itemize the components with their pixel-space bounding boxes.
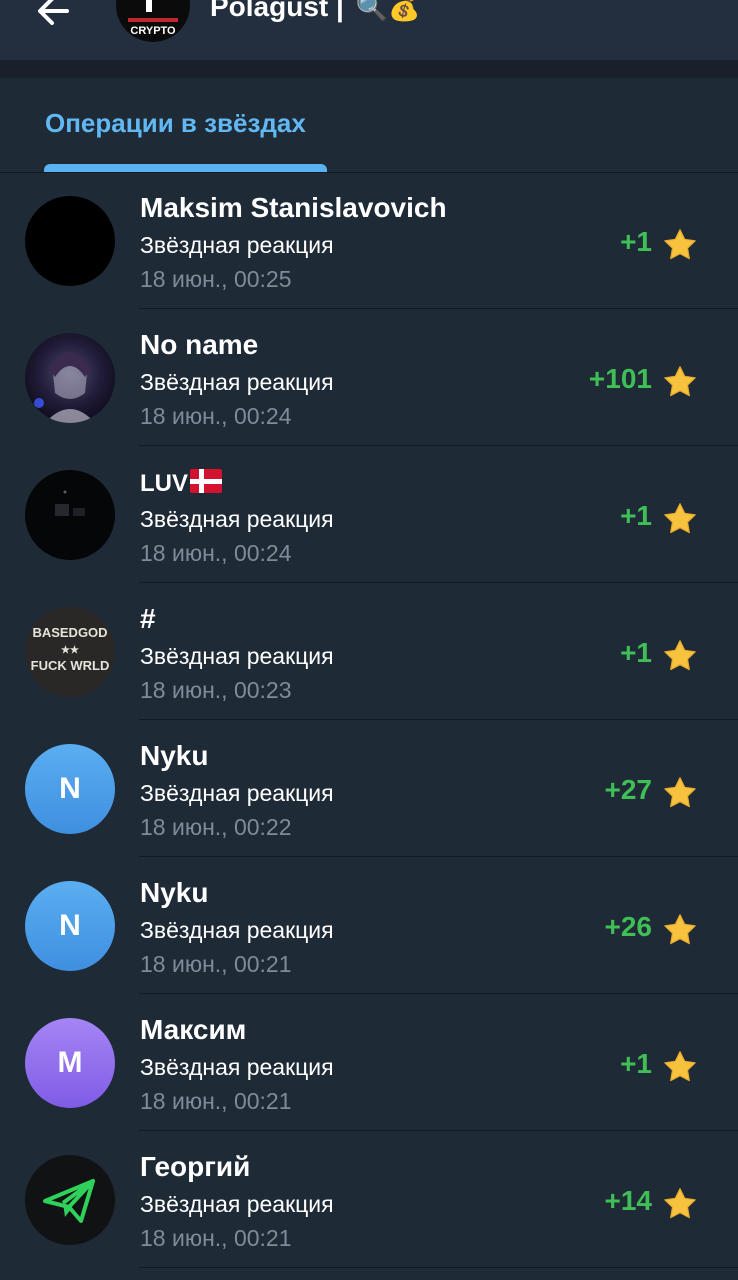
channel-title[interactable]: Polagust | 🔍💰	[210, 0, 420, 24]
anime-portrait-image	[34, 352, 95, 423]
transaction-type: Звёздная реакция	[140, 232, 334, 258]
transaction-type: Звёздная реакция	[140, 917, 334, 943]
avatar: M	[25, 1018, 115, 1108]
star-amount: +14	[604, 1185, 653, 1216]
header-divider	[0, 60, 738, 78]
star-amount: +101	[588, 363, 652, 394]
transaction-date: 18 июн., 00:23	[140, 677, 292, 703]
sender-name: #	[140, 603, 156, 634]
transaction-date: 18 июн., 00:24	[140, 403, 292, 429]
transaction-type: Звёздная реакция	[140, 369, 334, 395]
transaction-type: Звёздная реакция	[140, 1054, 334, 1080]
transaction-date: 18 июн., 00:21	[140, 1225, 292, 1251]
star-icon	[664, 229, 696, 260]
sender-name: Георгий	[140, 1151, 251, 1182]
transactions-list: Maksim Stanislavovich Звёздная реакция 1…	[0, 172, 738, 1268]
channel-logo: CRYPTO	[128, 0, 178, 37]
star-amount: +1	[620, 637, 652, 668]
transaction-date: 18 июн., 00:21	[140, 951, 292, 977]
svg-text:CRYPTO: CRYPTO	[130, 25, 176, 37]
avatar-letter: N	[59, 909, 81, 942]
text-logo-image: BASEDGOD ★★ FUCK WRLD	[31, 625, 110, 673]
sender-name: Maksim Stanislavovich	[140, 192, 447, 223]
star-icon	[664, 1051, 696, 1082]
transaction-date: 18 июн., 00:24	[140, 540, 292, 566]
svg-text:FUCK WRLD: FUCK WRLD	[31, 658, 110, 673]
avatar	[25, 196, 115, 286]
avatar	[25, 1155, 115, 1245]
star-amount: +27	[604, 774, 653, 805]
transaction-row[interactable]: N Nyku Звёздная реакция 18 июн., 00:21 +…	[0, 857, 738, 994]
star-icon	[664, 640, 696, 671]
sender-name: Nyku	[140, 740, 209, 771]
avatar: N	[25, 881, 115, 971]
avatar-letter: N	[59, 772, 81, 805]
star-icon	[664, 503, 696, 534]
transaction-row[interactable]: BASEDGOD ★★ FUCK WRLD # Звёздная реакция…	[0, 583, 738, 720]
svg-text:BASEDGOD: BASEDGOD	[32, 625, 107, 640]
transaction-type: Звёздная реакция	[140, 643, 334, 669]
star-amount: +26	[604, 911, 653, 942]
transaction-date: 18 июн., 00:22	[140, 814, 292, 840]
sender-name: No name	[140, 329, 259, 360]
night-photo-image	[55, 490, 85, 516]
transaction-type: Звёздная реакция	[140, 780, 334, 806]
transaction-row[interactable]: N Nyku Звёздная реакция 18 июн., 00:22 +…	[0, 720, 738, 857]
tab-bar: Операции в звёздах	[0, 78, 738, 173]
top-bar: CRYPTO Polagust | 🔍💰	[0, 0, 738, 60]
sender-name: Максим	[140, 1014, 247, 1045]
star-amount: +1	[620, 1048, 652, 1079]
sender-name-text: LUV	[140, 470, 188, 497]
transaction-type: Звёздная реакция	[140, 506, 334, 532]
tab-active-indicator	[44, 164, 327, 172]
row-divider	[139, 1267, 738, 1268]
transaction-row[interactable]: LUV Звёздная реакция 18 июн., 00:24 +1	[0, 446, 738, 583]
star-amount: +1	[620, 226, 652, 257]
star-icon	[664, 366, 696, 397]
channel-title-text: Polagust |	[210, 0, 344, 22]
transaction-row[interactable]: No name Звёздная реакция 18 июн., 00:24 …	[0, 309, 738, 446]
denmark-flag-icon	[190, 469, 222, 493]
star-icon	[664, 914, 696, 945]
back-button[interactable]	[30, 0, 76, 34]
channel-avatar[interactable]: CRYPTO	[116, 0, 190, 42]
arrow-left-icon	[38, 0, 69, 25]
title-emoji: 🔍💰	[355, 0, 421, 22]
sender-name: Nyku	[140, 877, 209, 908]
star-icon	[664, 777, 696, 808]
tab-star-transactions[interactable]: Операции в звёздах	[45, 108, 306, 139]
paper-plane-icon	[43, 1179, 95, 1223]
svg-text:★★: ★★	[61, 645, 79, 656]
transaction-row[interactable]: Maksim Stanislavovich Звёздная реакция 1…	[0, 172, 738, 309]
avatar: BASEDGOD ★★ FUCK WRLD	[25, 607, 115, 697]
avatar-letter: M	[57, 1046, 83, 1079]
transaction-row[interactable]: Георгий Звёздная реакция 18 июн., 00:21 …	[0, 1131, 738, 1268]
transaction-date: 18 июн., 00:25	[140, 266, 292, 292]
avatar: N	[25, 744, 115, 834]
transaction-type: Звёздная реакция	[140, 1191, 334, 1217]
transaction-date: 18 июн., 00:21	[140, 1088, 292, 1114]
avatar	[25, 470, 115, 560]
star-amount: +1	[620, 500, 652, 531]
star-icon	[664, 1188, 696, 1219]
transaction-row[interactable]: M Максим Звёздная реакция 18 июн., 00:21…	[0, 994, 738, 1131]
sender-name: LUV	[140, 466, 222, 498]
avatar	[25, 333, 115, 423]
